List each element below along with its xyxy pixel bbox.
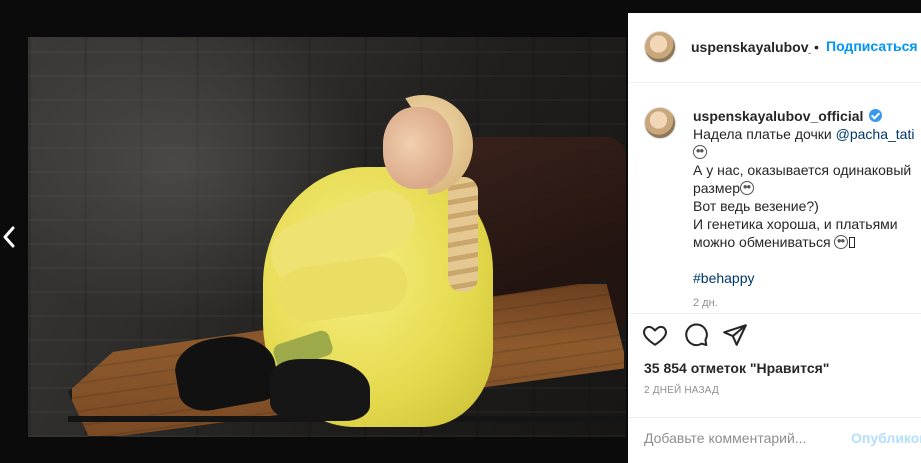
smiling-emoji-icon — [834, 235, 849, 249]
post-side-panel: uspenskayalubov_c • Подписаться uspenska… — [628, 13, 921, 463]
post-comment-button[interactable]: Опубликовать — [851, 430, 921, 446]
caption-text: uspenskayalubov_official Надела платье д… — [693, 107, 921, 287]
comment-bar: Опубликовать — [628, 417, 921, 457]
comment-icon[interactable] — [683, 322, 709, 348]
caption-line: А у нас, оказывается одинаковый размер — [693, 162, 912, 196]
paper-plane-icon[interactable] — [722, 322, 748, 348]
prev-post-chevron-icon[interactable] — [0, 222, 18, 252]
caption-hashtag-link[interactable]: #behappy — [693, 270, 755, 286]
post-photo[interactable] — [28, 37, 626, 437]
post-header: uspenskayalubov_c • Подписаться — [628, 13, 921, 83]
post-date[interactable]: 2 ДНЕЙ НАЗАД — [644, 385, 719, 396]
comment-input[interactable] — [644, 428, 844, 448]
verified-badge-icon — [869, 109, 883, 122]
likes-count[interactable]: 35 854 отметок "Нравится" — [644, 360, 829, 376]
laughing-emoji-icon — [693, 145, 707, 159]
grinning-emoji-icon — [740, 181, 755, 195]
photo-braid — [448, 177, 478, 292]
caption-timestamp[interactable]: 2 дн. — [693, 297, 718, 309]
caption-line: И генетика хороша, и платьями можно обме… — [693, 216, 898, 250]
post-caption: uspenskayalubov_official Надела платье д… — [628, 99, 921, 309]
caption-username[interactable]: uspenskayalubov_official — [693, 108, 863, 124]
unknown-glyph-icon — [849, 237, 856, 248]
heart-icon[interactable] — [642, 322, 668, 348]
photo-boot — [270, 359, 370, 421]
header-username[interactable]: uspenskayalubov_c — [691, 39, 811, 55]
follow-button[interactable]: Подписаться — [826, 38, 918, 54]
caption-mention-link[interactable]: @pacha_tati — [836, 126, 915, 142]
caption-line: Вот ведь везение?) — [693, 198, 819, 214]
post-actions: 35 854 отметок "Нравится" 2 ДНЕЙ НАЗАД О… — [628, 313, 921, 463]
photo-head — [383, 107, 453, 189]
avatar[interactable] — [644, 107, 676, 139]
header-separator: • — [814, 39, 819, 55]
caption-line: Надела платье дочки — [693, 126, 836, 142]
avatar[interactable] — [644, 31, 676, 63]
